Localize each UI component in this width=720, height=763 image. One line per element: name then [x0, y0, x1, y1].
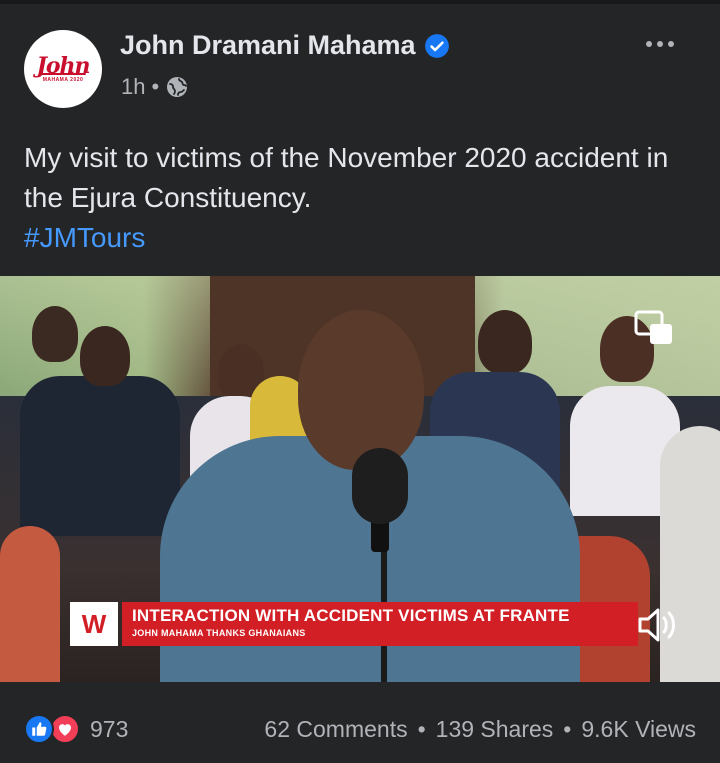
- bg-person-shirt: [0, 526, 60, 682]
- post-header: John MAHAMA 2020 John Dramani Mahama 1h …: [0, 4, 720, 124]
- author-name[interactable]: John Dramani Mahama: [120, 30, 416, 61]
- channel-logo: W: [70, 602, 118, 646]
- engagement-stats: 62 Comments • 139 Shares • 9.6K Views: [264, 716, 696, 743]
- verified-badge-icon: [424, 33, 449, 58]
- avatar-underline: [40, 72, 86, 75]
- avatar[interactable]: John MAHAMA 2020: [24, 30, 102, 108]
- reaction-count: 973: [90, 715, 129, 742]
- news-lower-third: W INTERACTION WITH ACCIDENT VICTIMS AT F…: [70, 602, 638, 646]
- post-caption: My visit to victims of the November 2020…: [24, 138, 704, 258]
- picture-in-picture-icon[interactable]: [634, 310, 674, 346]
- views-count[interactable]: 9.6K Views: [581, 716, 696, 743]
- speaker-head: [298, 310, 424, 470]
- post-meta: 1h •: [121, 74, 189, 100]
- lower-third-subheadline: JOHN MAHAMA THANKS GHANAIANS: [132, 628, 306, 638]
- bg-person: [32, 306, 78, 362]
- meta-separator: •: [151, 74, 160, 99]
- bg-person: [478, 310, 532, 374]
- caption-text: My visit to victims of the November 2020…: [24, 142, 669, 213]
- love-reaction-icon: [50, 714, 80, 744]
- bg-person-shirt: [20, 376, 180, 536]
- like-reaction-icon: [24, 714, 54, 744]
- post-footer: 973 62 Comments • 139 Shares • 9.6K View…: [0, 682, 720, 763]
- hashtag-link[interactable]: #JMTours: [24, 218, 704, 258]
- post-time[interactable]: 1h: [121, 74, 145, 100]
- speaker-icon[interactable]: [636, 606, 678, 644]
- bg-person: [80, 326, 130, 386]
- lower-third-headline: INTERACTION WITH ACCIDENT VICTIMS AT FRA…: [132, 606, 570, 625]
- avatar-subtext: MAHAMA 2020: [42, 76, 84, 83]
- stats-separator: •: [417, 716, 426, 742]
- microphone: [352, 448, 408, 524]
- reactions-summary[interactable]: 973: [24, 714, 128, 744]
- stats-separator: •: [563, 716, 572, 742]
- comments-count[interactable]: 62 Comments: [264, 716, 407, 743]
- more-options-icon[interactable]: [646, 34, 686, 54]
- globe-icon: [167, 77, 188, 97]
- shares-count[interactable]: 139 Shares: [436, 716, 554, 743]
- author-name-row[interactable]: John Dramani Mahama: [120, 30, 450, 61]
- video-player[interactable]: W INTERACTION WITH ACCIDENT VICTIMS AT F…: [0, 276, 720, 682]
